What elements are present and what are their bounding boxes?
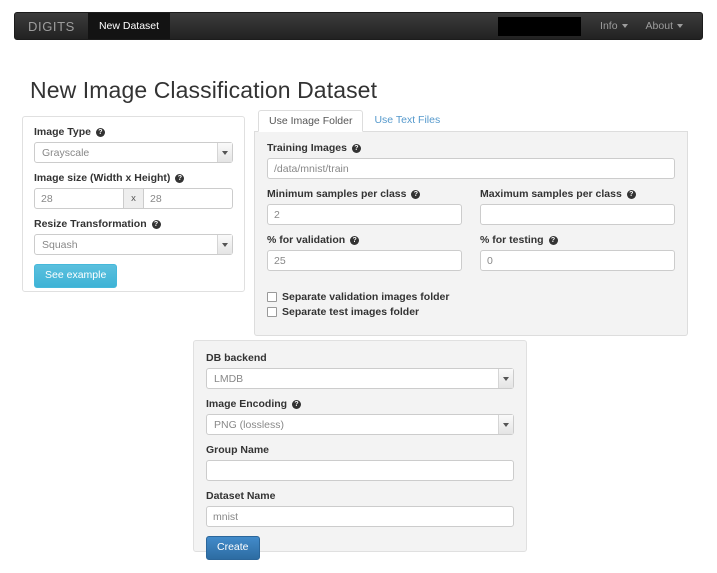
image-encoding-select[interactable]: PNG (lossless) [206, 414, 514, 435]
resize-transformation-value: Squash [35, 239, 217, 251]
image-encoding-label: Image Encoding ? [206, 398, 514, 410]
chevron-down-icon [498, 369, 513, 388]
image-size-group: Image size (Width x Height) ? x [34, 172, 233, 209]
create-button[interactable]: Create [206, 536, 260, 560]
resize-transformation-group: Resize Transformation ? Squash [34, 218, 233, 255]
image-height-input[interactable] [143, 188, 233, 209]
chevron-down-icon [498, 415, 513, 434]
image-options-panel: Image Type ? Grayscale Image size (Width… [22, 116, 245, 292]
chevron-down-icon [217, 235, 232, 254]
separate-validation-folder-row[interactable]: Separate validation images folder [267, 291, 675, 303]
image-type-group: Image Type ? Grayscale [34, 126, 233, 163]
data-source-panel: Use Image Folder Use Text Files Training… [254, 110, 688, 336]
dataset-name-group: Dataset Name [206, 490, 514, 527]
help-icon[interactable]: ? [411, 190, 420, 199]
pct-testing-label-text: % for testing [480, 234, 544, 246]
minimum-samples-label-text: Minimum samples per class [267, 188, 406, 200]
resize-transformation-select[interactable]: Squash [34, 234, 233, 255]
group-name-input[interactable] [206, 460, 514, 481]
db-backend-group: DB backend LMDB [206, 352, 514, 389]
nav-menu-about-label: About [646, 20, 673, 32]
navbar-spacer [170, 13, 498, 39]
redacted-field[interactable] [498, 17, 581, 36]
image-type-value: Grayscale [35, 147, 217, 159]
dataset-name-label: Dataset Name [206, 490, 514, 502]
maximum-samples-label: Maximum samples per class ? [480, 188, 675, 200]
dataset-settings-panel: DB backend LMDB Image Encoding ? PNG (lo… [193, 340, 527, 552]
help-icon[interactable]: ? [152, 220, 161, 229]
image-type-label: Image Type ? [34, 126, 233, 138]
image-encoding-value: PNG (lossless) [207, 419, 498, 431]
maximum-samples-label-text: Maximum samples per class [480, 188, 622, 200]
separate-test-folder-row[interactable]: Separate test images folder [267, 306, 675, 318]
top-navbar: DIGITS New Dataset Info About [14, 12, 703, 40]
nav-menu-about[interactable]: About [637, 20, 692, 32]
separate-validation-folder-label: Separate validation images folder [282, 291, 449, 303]
db-backend-label: DB backend [206, 352, 514, 364]
spacer [267, 280, 675, 289]
pct-validation-input[interactable] [267, 250, 462, 271]
navbar-right-group: Info About [498, 13, 702, 39]
tab-content-use-image-folder: Training Images ? Minimum samples per cl… [254, 132, 688, 336]
nav-item-new-dataset[interactable]: New Dataset [88, 13, 170, 39]
minimum-samples-label: Minimum samples per class ? [267, 188, 462, 200]
tab-use-text-files[interactable]: Use Text Files [363, 109, 451, 131]
brand-digits[interactable]: DIGITS [15, 13, 88, 39]
image-type-select[interactable]: Grayscale [34, 142, 233, 163]
resize-transformation-label-text: Resize Transformation [34, 218, 147, 230]
training-images-label: Training Images ? [267, 142, 675, 154]
image-size-input-group: x [34, 188, 233, 209]
resize-transformation-label: Resize Transformation ? [34, 218, 233, 230]
training-images-input[interactable] [267, 158, 675, 179]
tab-bar: Use Image Folder Use Text Files [254, 110, 688, 132]
image-encoding-label-text: Image Encoding [206, 398, 287, 410]
minimum-samples-group: Minimum samples per class ? [267, 188, 462, 225]
image-size-label: Image size (Width x Height) ? [34, 172, 233, 184]
image-width-input[interactable] [34, 188, 124, 209]
help-icon[interactable]: ? [549, 236, 558, 245]
pct-validation-group: % for validation ? [267, 234, 462, 271]
pct-validation-label: % for validation ? [267, 234, 462, 246]
dataset-name-input[interactable] [206, 506, 514, 527]
training-images-group: Training Images ? [267, 142, 675, 179]
help-icon[interactable]: ? [352, 144, 361, 153]
chevron-down-icon [217, 143, 232, 162]
help-icon[interactable]: ? [96, 128, 105, 137]
pct-testing-group: % for testing ? [480, 234, 675, 271]
help-icon[interactable]: ? [627, 190, 636, 199]
maximum-samples-input[interactable] [480, 204, 675, 225]
nav-menu-info-label: Info [600, 20, 618, 32]
see-example-button[interactable]: See example [34, 264, 117, 288]
image-encoding-group: Image Encoding ? PNG (lossless) [206, 398, 514, 435]
separate-test-folder-checkbox[interactable] [267, 307, 277, 317]
page-title: New Image Classification Dataset [30, 77, 377, 104]
help-icon[interactable]: ? [350, 236, 359, 245]
tab-use-image-folder[interactable]: Use Image Folder [258, 110, 363, 132]
image-size-separator: x [124, 188, 143, 209]
group-name-label: Group Name [206, 444, 514, 456]
pct-testing-label: % for testing ? [480, 234, 675, 246]
chevron-down-icon [622, 24, 628, 28]
help-icon[interactable]: ? [175, 174, 184, 183]
samples-per-class-row: Minimum samples per class ? Maximum samp… [267, 188, 675, 234]
separate-test-folder-label: Separate test images folder [282, 306, 419, 318]
split-percentages-row: % for validation ? % for testing ? [267, 234, 675, 280]
pct-validation-label-text: % for validation [267, 234, 345, 246]
db-backend-value: LMDB [207, 373, 498, 385]
training-images-label-text: Training Images [267, 142, 347, 154]
image-type-label-text: Image Type [34, 126, 91, 138]
group-name-group: Group Name [206, 444, 514, 481]
help-icon[interactable]: ? [292, 400, 301, 409]
minimum-samples-input[interactable] [267, 204, 462, 225]
chevron-down-icon [677, 24, 683, 28]
maximum-samples-group: Maximum samples per class ? [480, 188, 675, 225]
nav-menu-info[interactable]: Info [591, 20, 637, 32]
pct-testing-input[interactable] [480, 250, 675, 271]
db-backend-select[interactable]: LMDB [206, 368, 514, 389]
image-size-label-text: Image size (Width x Height) [34, 172, 170, 184]
separate-validation-folder-checkbox[interactable] [267, 292, 277, 302]
